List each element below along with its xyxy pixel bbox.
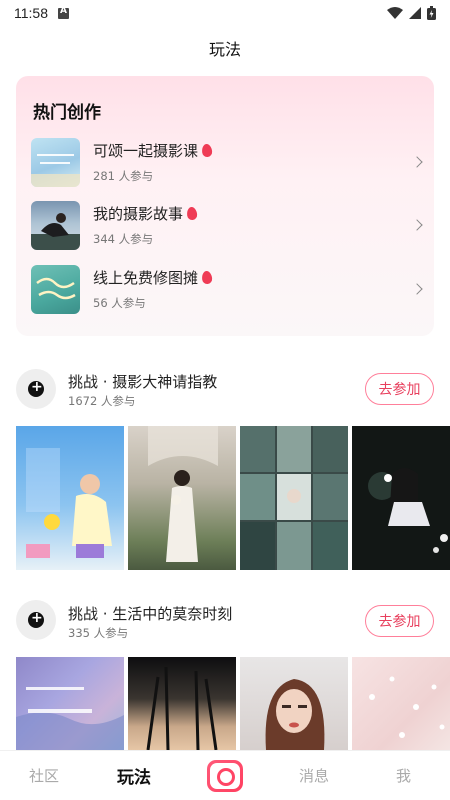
status-time: 11:58	[14, 5, 48, 21]
challenge-photo[interactable]	[16, 426, 124, 570]
photo-art	[368, 468, 448, 553]
notification-icon	[58, 6, 69, 19]
add-circle-icon[interactable]	[16, 369, 56, 409]
challenge-photo[interactable]	[128, 657, 236, 750]
chevron-right-icon	[410, 281, 426, 297]
hot-item-thumbnail	[31, 137, 80, 187]
tab-play[interactable]: 玩法	[117, 763, 151, 788]
chevron-right-icon	[410, 217, 426, 233]
photo-art	[16, 687, 124, 750]
join-challenge-button[interactable]: 去参加	[365, 605, 434, 637]
challenge-count: 1672 人参与	[68, 394, 136, 408]
photo-art	[240, 426, 348, 570]
challenge-photo[interactable]	[128, 426, 236, 570]
thumbnail-art	[36, 277, 76, 299]
hot-creations-card: 热门创作 可颂一起摄影课 281 人参与 我的摄影故事 344 人参与 线上免费…	[16, 76, 434, 336]
hot-item-thumbnail	[31, 200, 80, 250]
challenge-photo-row	[16, 426, 450, 570]
flame-icon	[201, 143, 213, 158]
wifi-icon	[387, 7, 403, 19]
hot-item-count: 56 人参与	[93, 296, 146, 310]
flame-icon	[186, 206, 198, 221]
status-bar: 11:58	[0, 0, 450, 26]
add-circle-icon[interactable]	[16, 600, 56, 640]
tab-community[interactable]: 社区	[29, 765, 59, 786]
thumbnail-art	[31, 212, 80, 250]
challenge-count: 335 人参与	[68, 626, 129, 640]
challenge-photo[interactable]	[240, 426, 348, 570]
challenge-photo[interactable]	[16, 657, 124, 750]
bottom-tab-bar: 社区 玩法 消息 我	[0, 750, 450, 800]
status-indicators	[387, 6, 436, 20]
hot-item-photo-story[interactable]: 我的摄影故事 344 人参与	[31, 200, 426, 250]
tab-messages[interactable]: 消息	[299, 765, 329, 786]
battery-icon	[427, 6, 436, 20]
photo-art	[369, 676, 445, 738]
join-challenge-button[interactable]: 去参加	[365, 373, 434, 405]
challenge-photo-row	[16, 657, 450, 750]
photo-art	[146, 666, 218, 750]
tab-me[interactable]: 我	[396, 765, 411, 786]
hot-item-photo-class[interactable]: 可颂一起摄影课 281 人参与	[31, 137, 426, 187]
hot-creations-title: 热门创作	[33, 103, 101, 123]
hot-item-name: 我的摄影故事	[93, 203, 198, 224]
photo-art	[26, 448, 112, 558]
challenge-photo[interactable]	[240, 657, 348, 750]
challenge-title[interactable]: 挑战 · 生活中的莫奈时刻	[68, 603, 232, 624]
hot-item-name: 线上免费修图摊	[93, 267, 213, 288]
challenge-photo[interactable]	[352, 657, 450, 750]
thumbnail-art	[31, 153, 80, 187]
hot-item-count: 344 人参与	[93, 232, 154, 246]
flame-icon	[201, 270, 213, 285]
photo-art	[265, 679, 325, 750]
hot-item-free-retouch[interactable]: 线上免费修图摊 56 人参与	[31, 264, 426, 314]
hot-item-thumbnail	[31, 264, 80, 314]
hot-item-name: 可颂一起摄影课	[93, 140, 213, 161]
chevron-right-icon	[410, 154, 426, 170]
challenge-photo[interactable]	[352, 426, 450, 570]
camera-icon[interactable]	[207, 760, 243, 792]
signal-icon	[409, 7, 421, 19]
challenge-title[interactable]: 挑战 · 摄影大神请指教	[68, 371, 217, 392]
page-title: 玩法	[208, 40, 241, 59]
photo-art	[148, 426, 218, 562]
hot-item-count: 281 人参与	[93, 169, 154, 183]
